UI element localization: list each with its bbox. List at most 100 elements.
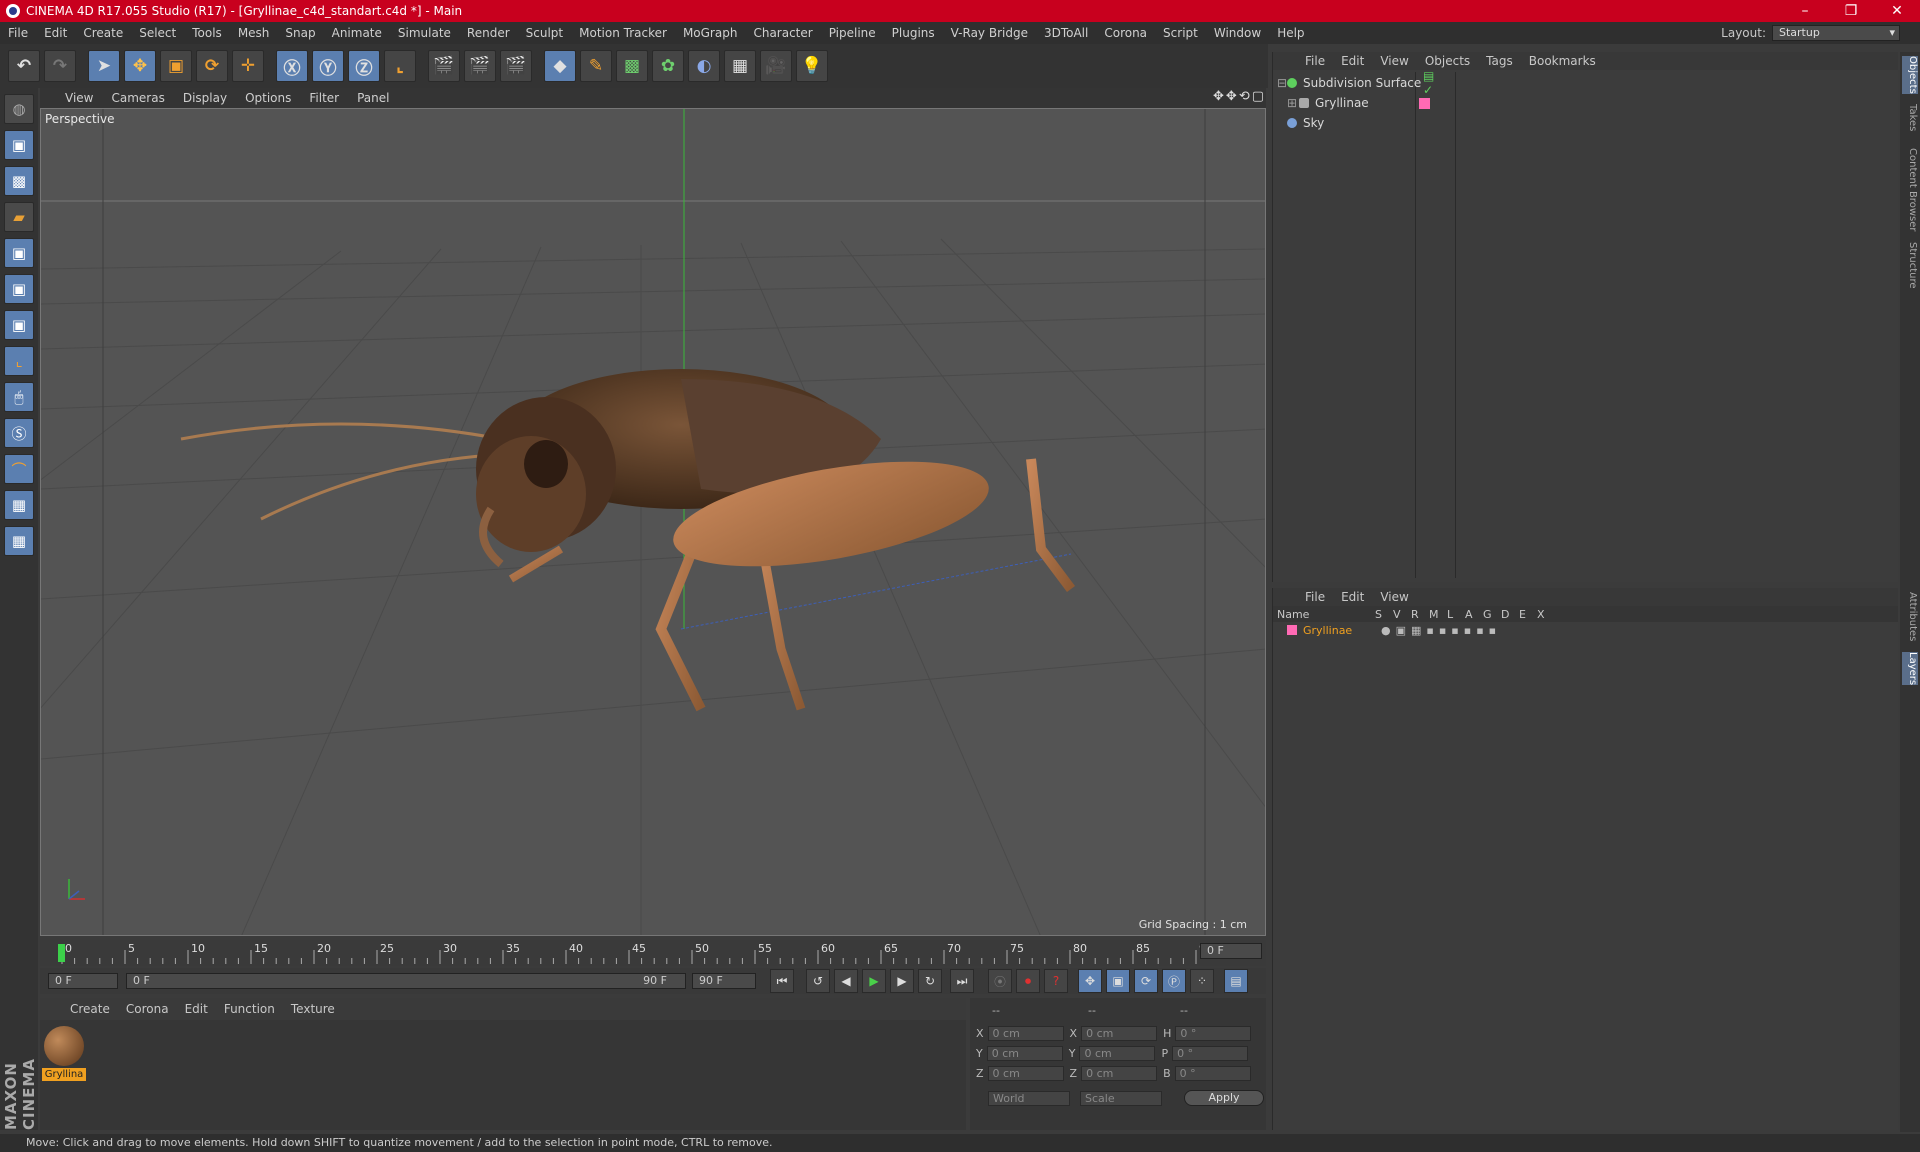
- key-pla-icon[interactable]: ⁘: [1190, 969, 1214, 993]
- edges-mode-icon[interactable]: ▣: [4, 274, 34, 304]
- menu-mesh[interactable]: Mesh: [230, 26, 278, 40]
- tab-attributes[interactable]: Attributes: [1902, 592, 1918, 641]
- menu-motion-tracker[interactable]: Motion Tracker: [571, 26, 675, 40]
- viewport-menu-panel[interactable]: Panel: [348, 91, 398, 105]
- menu-create[interactable]: Create: [75, 26, 131, 40]
- objects-menu-view[interactable]: View: [1372, 54, 1416, 68]
- tab-content-browser[interactable]: Content Browser: [1902, 148, 1918, 231]
- material-thumbnail[interactable]: Gryllina: [42, 1024, 86, 1081]
- enabled-check-icon[interactable]: ▤ ✓: [1423, 69, 1434, 97]
- deformer-icon[interactable]: ◐: [688, 50, 720, 82]
- rotation-h-field[interactable]: 0 °: [1175, 1026, 1252, 1041]
- position-x-field[interactable]: 0 cm: [987, 1026, 1064, 1041]
- material-menu-create[interactable]: Create: [62, 1002, 118, 1016]
- start-frame-field[interactable]: 0 F: [48, 973, 118, 989]
- go-to-end-icon[interactable]: ⏭: [950, 969, 974, 993]
- key-scale-icon[interactable]: ▣: [1106, 969, 1130, 993]
- objects-menu-tags[interactable]: Tags: [1478, 54, 1521, 68]
- polygons-mode-icon[interactable]: ▣: [4, 310, 34, 340]
- soft-selection-icon[interactable]: Ⓢ: [4, 418, 34, 448]
- objects-menu-edit[interactable]: Edit: [1333, 54, 1372, 68]
- undo-icon[interactable]: ↶: [8, 50, 40, 82]
- size-x-field[interactable]: 0 cm: [1081, 1026, 1158, 1041]
- move-tool-icon[interactable]: ✥: [124, 50, 156, 82]
- menu-select[interactable]: Select: [131, 26, 184, 40]
- motion-record-icon[interactable]: ⦿: [988, 969, 1012, 993]
- key-rotation-icon[interactable]: ⟳: [1134, 969, 1158, 993]
- position-z-field[interactable]: 0 cm: [987, 1066, 1064, 1081]
- menu-script[interactable]: Script: [1155, 26, 1206, 40]
- camera-icon[interactable]: 🎥: [760, 50, 792, 82]
- light-icon[interactable]: 💡: [796, 50, 828, 82]
- menu-corona[interactable]: Corona: [1096, 26, 1155, 40]
- material-menu-edit[interactable]: Edit: [177, 1002, 216, 1016]
- layer-flags-icons[interactable]: ●▣▦▪▪▪▪▪▪: [1381, 624, 1501, 637]
- make-editable-icon[interactable]: ◍: [4, 94, 34, 124]
- menu-render[interactable]: Render: [459, 26, 518, 40]
- size-mode-dropdown[interactable]: Scale: [1080, 1090, 1162, 1106]
- viewport-menu-view[interactable]: View: [56, 91, 102, 105]
- menu-help[interactable]: Help: [1269, 26, 1312, 40]
- menu-mograph[interactable]: MoGraph: [675, 26, 746, 40]
- previous-frame-icon[interactable]: ◀: [834, 969, 858, 993]
- menu-animate[interactable]: Animate: [324, 26, 390, 40]
- model-mode-icon[interactable]: ▣: [4, 130, 34, 160]
- menu-sculpt[interactable]: Sculpt: [518, 26, 571, 40]
- pen-spline-icon[interactable]: ✎: [580, 50, 612, 82]
- menu-3dtoall[interactable]: 3DToAll: [1036, 26, 1096, 40]
- material-menu-texture[interactable]: Texture: [283, 1002, 343, 1016]
- play-icon[interactable]: ▶: [862, 969, 886, 993]
- layer-row-gryllinae[interactable]: Gryllinae ●▣▦▪▪▪▪▪▪: [1273, 622, 1898, 638]
- menu-simulate[interactable]: Simulate: [390, 26, 459, 40]
- previous-key-icon[interactable]: ↺: [806, 969, 830, 993]
- menu-file[interactable]: File: [0, 26, 36, 40]
- live-selection-icon[interactable]: ✛: [232, 50, 264, 82]
- autokey-icon[interactable]: ?: [1044, 969, 1068, 993]
- go-to-start-icon[interactable]: ⏮: [770, 969, 794, 993]
- layout-dropdown[interactable]: Startup: [1772, 25, 1900, 41]
- current-frame-field[interactable]: 0 F: [1200, 943, 1262, 959]
- viewport-menu-cameras[interactable]: Cameras: [102, 91, 173, 105]
- texture-mode-icon[interactable]: ▩: [4, 166, 34, 196]
- snap-magnet-icon[interactable]: ⌒: [4, 454, 34, 484]
- next-frame-icon[interactable]: ▶: [890, 969, 914, 993]
- select-arrow-icon[interactable]: ➤: [88, 50, 120, 82]
- objects-menu-objects[interactable]: Objects: [1417, 54, 1478, 68]
- object-row-subdivision-surface[interactable]: ⊟ Subdivision Surface ▤ ✓: [1277, 69, 1434, 97]
- lock-workplane-icon[interactable]: ▦: [4, 490, 34, 520]
- tweak-mode-icon[interactable]: 🖱: [4, 382, 34, 412]
- rotate-tool-icon[interactable]: ⟳: [196, 50, 228, 82]
- viewport-navigation-icons[interactable]: ✥✥⟲▢: [1213, 89, 1266, 104]
- viewport-menu-options[interactable]: Options: [236, 91, 300, 105]
- tab-takes[interactable]: Takes: [1902, 104, 1918, 131]
- end-frame-field[interactable]: 90 F: [692, 973, 756, 989]
- close-button[interactable]: ✕: [1874, 0, 1920, 22]
- timeline-window-icon[interactable]: ▤: [1224, 969, 1248, 993]
- perspective-viewport[interactable]: Perspective Grid Spacing : 1 cm: [40, 108, 1266, 936]
- edit-render-settings-icon[interactable]: 🎬: [500, 50, 532, 82]
- objects-menu-bookmarks[interactable]: Bookmarks: [1521, 54, 1604, 68]
- cloner-icon[interactable]: ✿: [652, 50, 684, 82]
- y-axis-icon[interactable]: Ⓨ: [312, 50, 344, 82]
- cube-primitive-icon[interactable]: ◆: [544, 50, 576, 82]
- maximize-button[interactable]: ❐: [1828, 0, 1874, 22]
- axis-mode-icon[interactable]: ⌞: [4, 346, 34, 376]
- viewport-menu-filter[interactable]: Filter: [300, 91, 348, 105]
- preview-range-slider[interactable]: 0 F 90 F: [126, 973, 686, 989]
- object-row-sky[interactable]: Sky: [1287, 114, 1324, 132]
- material-menu-corona[interactable]: Corona: [118, 1002, 177, 1016]
- layers-menu-edit[interactable]: Edit: [1333, 590, 1372, 604]
- redo-icon[interactable]: ↷: [44, 50, 76, 82]
- apply-button[interactable]: Apply: [1184, 1090, 1264, 1106]
- object-row-gryllinae[interactable]: ⊞ Gryllinae: [1287, 94, 1430, 112]
- menu-tools[interactable]: Tools: [184, 26, 230, 40]
- objects-menu-file[interactable]: File: [1297, 54, 1333, 68]
- timeline-ruler[interactable]: 051015202530354045505560657075808590 0 F: [40, 940, 1266, 966]
- scale-tool-icon[interactable]: ▣: [160, 50, 192, 82]
- record-keys-icon[interactable]: ⏺: [1016, 969, 1040, 993]
- workplane-icon[interactable]: ▰: [4, 202, 34, 232]
- layer-color-swatch[interactable]: [1287, 625, 1297, 635]
- coordinate-space-dropdown[interactable]: World: [988, 1090, 1070, 1106]
- key-parameter-icon[interactable]: Ⓟ: [1162, 969, 1186, 993]
- subdivision-surface-icon[interactable]: ▩: [616, 50, 648, 82]
